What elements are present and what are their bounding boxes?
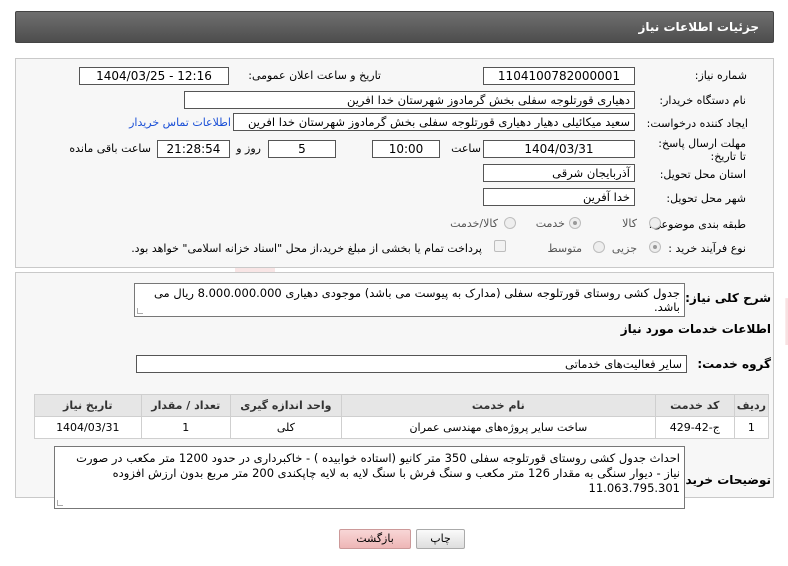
col-quantity: تعداد / مقدار [140,394,232,417]
announce-date-field: 1404/03/25 - 12:16 [79,67,229,85]
cell-row: 1 [733,416,770,439]
creator-field: سعید میکائیلی دهیار دهیاری قورتلوجه سفلی… [233,113,635,131]
treasury-payment-checkbox[interactable] [494,240,506,252]
cell-code: ج-42-429 [654,416,735,439]
need-number-label: شماره نیاز: [694,69,747,82]
service-group-label: گروه خدمت: [697,357,771,371]
col-need-date: تاریخ نیاز [34,394,142,417]
city-field: خدا آفرین [483,188,635,206]
category-label: طبقه بندی موضوعی: [648,218,746,231]
remaining-time-field: 21:28:54 [157,140,230,158]
category-option-goods-service: کالا/خدمت [450,217,498,230]
page-title: جزئیات اطلاعات نیاز [638,20,759,34]
creator-label: ایجاد کننده درخواست: [646,117,748,130]
cell-quantity: 1 [140,416,232,439]
buyer-contact-link[interactable]: اطلاعات تماس خریدار [129,116,231,129]
process-option-minor: جزیی [611,242,637,255]
service-group-field: سایر فعالیت‌های خدماتی [136,355,687,373]
remaining-time-label: ساعت باقی مانده [69,142,151,155]
col-name: نام خدمت [340,394,656,417]
category-radio-goods-service[interactable] [504,217,516,229]
page-header: جزئیات اطلاعات نیاز [15,11,774,43]
need-info-panel [15,58,774,268]
need-number-field: 1104100782000001 [483,67,635,85]
province-label: استان محل تحویل: [659,168,746,181]
category-radio-service[interactable] [569,217,581,229]
treasury-payment-note: پرداخت تمام یا بخشی از مبلغ خرید،از محل … [131,242,482,255]
summary-label: شرح کلی نیاز: [685,291,771,305]
cell-name: ساخت سایر پروژه‌های مهندسی عمران [340,416,656,439]
buyer-notes-text: احداث جدول کشی روستای قورتلوجه سفلی 350 … [54,446,685,509]
deadline-date-field: 1404/03/31 [483,140,635,158]
col-code: کد خدمت [654,394,735,417]
category-option-goods: کالا [622,217,637,230]
summary-text: جدول کشی روستای قورتلوجه سفلی (مدارک به … [134,283,685,317]
deadline-time-field: 10:00 [372,140,440,158]
category-radio-goods[interactable] [649,217,661,229]
services-table: ردیف کد خدمت نام خدمت واحد اندازه گیری ت… [34,394,770,439]
buyer-org-field: دهیاری قورتلوجه سفلی بخش گرمادوز شهرستان… [184,91,635,109]
print-button[interactable]: چاپ [416,529,465,549]
col-row: ردیف [733,394,770,417]
col-unit: واحد اندازه گیری [230,394,342,417]
process-option-medium: متوسط [547,242,582,255]
city-label: شهر محل تحویل: [666,192,746,205]
province-field: آذربایجان شرقی [483,164,635,182]
days-label: روز و [236,142,261,155]
deadline-time-label: ساعت [451,142,481,155]
process-radio-minor[interactable] [649,241,661,253]
services-section-title: اطلاعات خدمات مورد نیاز [620,322,771,336]
process-label: نوع فرآیند خرید : [668,242,746,255]
category-option-service: خدمت [535,217,565,230]
back-button[interactable]: بازگشت [339,529,411,549]
services-table-header: ردیف کد خدمت نام خدمت واحد اندازه گیری ت… [34,394,770,417]
deadline-label: مهلت ارسال پاسخ: تا تاریخ: [658,137,746,163]
announce-date-label: تاریخ و ساعت اعلان عمومی: [248,69,381,82]
buyer-org-label: نام دستگاه خریدار: [659,94,746,107]
cell-need-date: 1404/03/31 [34,416,142,439]
process-radio-medium[interactable] [593,241,605,253]
days-field: 5 [268,140,336,158]
table-row: 1 ج-42-429 ساخت سایر پروژه‌های مهندسی عم… [34,416,770,439]
cell-unit: کلی [230,416,342,439]
